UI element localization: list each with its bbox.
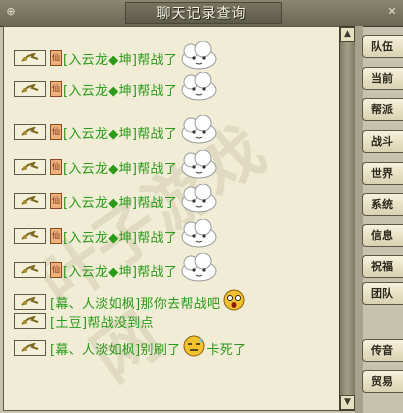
- message-text: 帮战了: [137, 264, 178, 280]
- channel-tab[interactable]: 队伍: [362, 35, 403, 58]
- cloud-face-icon: [179, 149, 219, 184]
- scroll-down-button[interactable]: ▼: [340, 395, 355, 410]
- cloud-face-icon: [179, 114, 219, 149]
- chat-log-panel[interactable]: 叶子游戏网 仙 [入云龙◆坤] 帮战了仙 [入云龙◆坤] 帮战了仙 [入云龙◆坤] 帮战了仙…: [3, 26, 340, 411]
- message-text: 帮战了: [137, 126, 178, 142]
- chat-message-row: 仙 [入云龙◆坤] 帮战了: [14, 218, 219, 248]
- speaker-bubble-icon[interactable]: [14, 313, 46, 329]
- speaker-bubble-icon[interactable]: [14, 81, 46, 97]
- speaker-bubble-icon[interactable]: [14, 294, 46, 310]
- role-badge-icon: 仙: [50, 262, 62, 278]
- cloud-face-icon: [179, 71, 219, 106]
- message-text: 帮战了: [137, 83, 178, 99]
- role-badge-icon: 仙: [50, 228, 62, 244]
- close-icon[interactable]: ✕: [384, 4, 400, 20]
- channel-tab[interactable]: 系统: [362, 193, 403, 216]
- message-text: 帮战了: [137, 230, 178, 246]
- channel-tab[interactable]: 帮派: [362, 98, 403, 121]
- channel-tab[interactable]: 战斗: [362, 130, 403, 153]
- cloud-face-icon: [179, 218, 219, 253]
- sender-name[interactable]: [入云龙◆坤]: [63, 192, 137, 211]
- chat-message-row: 仙 [入云龙◆坤] 帮战了: [14, 183, 219, 213]
- sender-name[interactable]: [入云龙◆坤]: [63, 261, 137, 280]
- sender-name[interactable]: [入云龙◆坤]: [63, 227, 137, 246]
- channel-tab[interactable]: 信息: [362, 224, 403, 247]
- role-badge-icon: 仙: [50, 124, 62, 140]
- message-text: 帮战了: [137, 161, 178, 177]
- speaker-bubble-icon[interactable]: [14, 50, 46, 66]
- sender-name[interactable]: [土豆]: [50, 312, 87, 331]
- cloud-face-icon: [179, 40, 219, 75]
- sender-name[interactable]: [入云龙◆坤]: [63, 123, 137, 142]
- cloud-face-icon: [179, 252, 219, 287]
- chat-message-row: 仙 [入云龙◆坤] 帮战了: [14, 71, 219, 101]
- cloud-face-icon: [179, 183, 219, 218]
- sender-name[interactable]: [入云龙◆坤]: [63, 158, 137, 177]
- channel-tab[interactable]: 贸易: [362, 370, 403, 393]
- role-badge-icon: 仙: [50, 193, 62, 209]
- message-text: 帮战了: [137, 52, 178, 68]
- chat-message-row: 仙 [入云龙◆坤] 帮战了: [14, 114, 219, 144]
- channel-tab[interactable]: 祝福: [362, 255, 403, 278]
- message-text: 帮战没到点: [87, 315, 154, 331]
- message-text: 别刷了: [140, 342, 181, 358]
- chat-message-row: [幕、人淡如枫] 别刷了 卡死了: [14, 335, 247, 361]
- message-text-continued: 卡死了: [206, 342, 247, 358]
- speaker-bubble-icon[interactable]: [14, 228, 46, 244]
- channel-tab[interactable]: 传音: [362, 339, 403, 362]
- chat-message-row: 仙 [入云龙◆坤] 帮战了: [14, 252, 219, 282]
- message-text: 那你去帮战吧: [140, 296, 221, 312]
- role-badge-icon: 仙: [50, 81, 62, 97]
- title-bar[interactable]: ⊕ 聊天记录查询 ✕: [0, 0, 403, 27]
- speaker-bubble-icon[interactable]: [14, 159, 46, 175]
- speaker-bubble-icon[interactable]: [14, 124, 46, 140]
- speaker-bubble-icon[interactable]: [14, 262, 46, 278]
- speaker-bubble-icon[interactable]: [14, 193, 46, 209]
- chat-message-row: [土豆] 帮战没到点: [14, 310, 154, 332]
- sender-name[interactable]: [幕、人淡如枫]: [50, 339, 141, 358]
- channel-tab[interactable]: 世界: [362, 162, 403, 185]
- surprised-face-icon: [222, 288, 246, 316]
- chat-message-row: 仙 [入云龙◆坤] 帮战了: [14, 149, 219, 179]
- chat-message-row: 仙 [入云龙◆坤] 帮战了: [14, 40, 219, 70]
- sender-name[interactable]: [入云龙◆坤]: [63, 80, 137, 99]
- role-badge-icon: 仙: [50, 50, 62, 66]
- window-title: 聊天记录查询: [156, 6, 247, 22]
- scrollbar[interactable]: ▲ ▼: [339, 26, 356, 411]
- sender-name[interactable]: [幕、人淡如枫]: [50, 293, 141, 312]
- channel-tab[interactable]: 团队: [362, 282, 403, 305]
- sender-name[interactable]: [入云龙◆坤]: [63, 49, 137, 68]
- message-text: 帮战了: [137, 195, 178, 211]
- channel-tab[interactable]: 当前: [362, 67, 403, 90]
- scroll-up-button[interactable]: ▲: [340, 27, 355, 42]
- role-badge-icon: 仙: [50, 159, 62, 175]
- speaker-bubble-icon[interactable]: [14, 340, 46, 356]
- sweat-face-icon: [182, 335, 206, 361]
